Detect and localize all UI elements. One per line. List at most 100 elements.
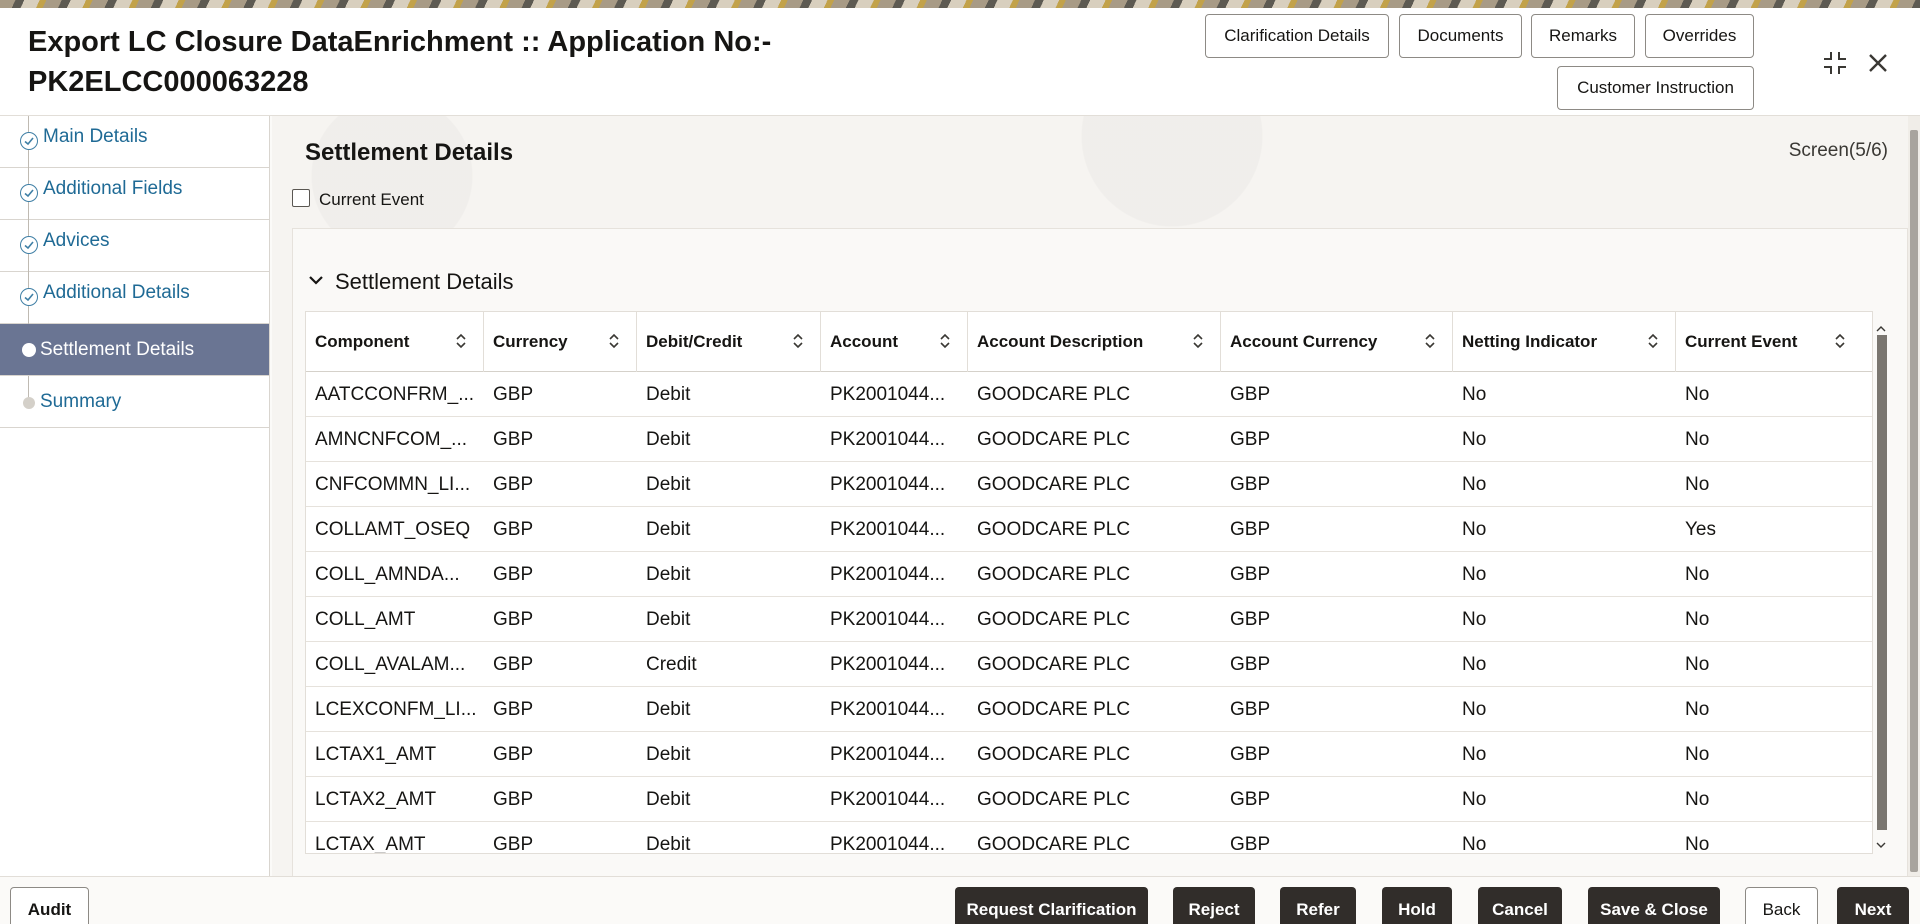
page-scrollbar[interactable] xyxy=(1908,116,1920,886)
cell-netting-indicator: No xyxy=(1453,732,1676,777)
step-label: Settlement Details xyxy=(40,339,194,361)
cell-currency: GBP xyxy=(484,552,637,597)
refer-button[interactable]: Refer xyxy=(1280,887,1356,924)
column-header-netting-indicator[interactable]: Netting Indicator xyxy=(1453,312,1676,372)
cell-account-description: GOODCARE PLC xyxy=(968,732,1221,777)
cell-account: PK2001044... xyxy=(821,642,968,687)
table-header: Component Currency Debit/Credit Account … xyxy=(306,312,1873,372)
cell-account-description: GOODCARE PLC xyxy=(968,552,1221,597)
table-row[interactable]: LCTAX_AMTGBPDebitPK2001044...GOODCARE PL… xyxy=(306,822,1873,854)
step-advices[interactable]: Advices xyxy=(0,220,269,272)
cell-current-event: No xyxy=(1676,642,1873,687)
column-header-current-event[interactable]: Current Event xyxy=(1676,312,1873,372)
cell-current-event: No xyxy=(1676,597,1873,642)
table-scrollbar[interactable] xyxy=(1874,319,1888,854)
cell-account-currency: GBP xyxy=(1221,372,1453,417)
request-clarification-button[interactable]: Request Clarification xyxy=(955,887,1148,924)
current-event-checkbox[interactable] xyxy=(292,189,310,207)
table-row[interactable]: CNFCOMMN_LI...GBPDebitPK2001044...GOODCA… xyxy=(306,462,1873,507)
column-header-currency[interactable]: Currency xyxy=(484,312,637,372)
train-stop-sidebar: Main Details Additional Fields Advices A… xyxy=(0,116,270,886)
table-row[interactable]: LCTAX2_AMTGBPDebitPK2001044...GOODCARE P… xyxy=(306,777,1873,822)
documents-button[interactable]: Documents xyxy=(1399,14,1522,58)
cell-component: COLL_AMNDA... xyxy=(306,552,484,597)
cell-netting-indicator: No xyxy=(1453,822,1676,854)
column-header-label: Current Event xyxy=(1685,332,1797,352)
customer-instruction-button[interactable]: Customer Instruction xyxy=(1557,66,1754,110)
save-close-button[interactable]: Save & Close xyxy=(1588,887,1720,924)
cell-account: PK2001044... xyxy=(821,417,968,462)
cell-account: PK2001044... xyxy=(821,687,968,732)
step-label: Main Details xyxy=(43,126,148,148)
table-row[interactable]: COLL_AMNDA...GBPDebitPK2001044...GOODCAR… xyxy=(306,552,1873,597)
cell-currency: GBP xyxy=(484,462,637,507)
settlement-table: Component Currency Debit/Credit Account … xyxy=(305,311,1873,854)
collapse-arrows-icon[interactable] xyxy=(1820,48,1850,78)
cell-currency: GBP xyxy=(484,372,637,417)
close-icon[interactable] xyxy=(1863,48,1893,78)
screen-counter: Screen(5/6) xyxy=(1789,140,1888,162)
next-button[interactable]: Next xyxy=(1837,887,1909,924)
dialog-footer: Audit Request Clarification Reject Refer… xyxy=(0,876,1920,924)
step-additional-details[interactable]: Additional Details xyxy=(0,272,269,324)
table-row[interactable]: LCEXCONFM_LI...GBPDebitPK2001044...GOODC… xyxy=(306,687,1873,732)
overrides-button[interactable]: Overrides xyxy=(1645,14,1754,58)
column-header-debit-credit[interactable]: Debit/Credit xyxy=(637,312,821,372)
check-circle-icon xyxy=(20,288,38,306)
scroll-up-icon[interactable] xyxy=(1876,321,1886,331)
dialog-window: Export LC Closure DataEnrichment :: Appl… xyxy=(0,8,1920,924)
cell-debit-credit: Debit xyxy=(637,687,821,732)
reject-button[interactable]: Reject xyxy=(1173,887,1255,924)
remarks-button[interactable]: Remarks xyxy=(1531,14,1635,58)
table-row[interactable]: LCTAX1_AMTGBPDebitPK2001044...GOODCARE P… xyxy=(306,732,1873,777)
cell-account-currency: GBP xyxy=(1221,822,1453,854)
cell-component: COLLAMT_OSEQ xyxy=(306,507,484,552)
step-additional-fields[interactable]: Additional Fields xyxy=(0,168,269,220)
cancel-button[interactable]: Cancel xyxy=(1478,887,1562,924)
column-header-label: Currency xyxy=(493,332,568,352)
cell-current-event: Yes xyxy=(1676,507,1873,552)
scroll-down-icon[interactable] xyxy=(1876,837,1886,847)
cell-account-description: GOODCARE PLC xyxy=(968,822,1221,854)
step-settlement-details[interactable]: Settlement Details xyxy=(0,324,269,376)
table-row[interactable]: COLL_AVALAM...GBPCreditPK2001044...GOODC… xyxy=(306,642,1873,687)
back-button[interactable]: Back xyxy=(1745,887,1818,924)
cell-account-currency: GBP xyxy=(1221,642,1453,687)
chevron-down-icon[interactable] xyxy=(305,269,327,291)
clarification-details-button[interactable]: Clarification Details xyxy=(1205,14,1389,58)
table-row[interactable]: COLL_AMTGBPDebitPK2001044...GOODCARE PLC… xyxy=(306,597,1873,642)
cell-current-event: No xyxy=(1676,777,1873,822)
page-scrollbar-thumb[interactable] xyxy=(1910,130,1918,872)
table-row[interactable]: AMNCNFCOM_...GBPDebitPK2001044...GOODCAR… xyxy=(306,417,1873,462)
audit-button[interactable]: Audit xyxy=(10,887,89,924)
column-header-component[interactable]: Component xyxy=(306,312,484,372)
column-header-account-currency[interactable]: Account Currency xyxy=(1221,312,1453,372)
step-summary[interactable]: Summary xyxy=(0,376,269,428)
table-scrollbar-thumb[interactable] xyxy=(1877,335,1887,830)
cell-debit-credit: Debit xyxy=(637,462,821,507)
cell-account-currency: GBP xyxy=(1221,462,1453,507)
table-row[interactable]: COLLAMT_OSEQGBPDebitPK2001044...GOODCARE… xyxy=(306,507,1873,552)
cell-account-description: GOODCARE PLC xyxy=(968,372,1221,417)
cell-netting-indicator: No xyxy=(1453,507,1676,552)
cell-netting-indicator: No xyxy=(1453,417,1676,462)
hold-button[interactable]: Hold xyxy=(1382,887,1452,924)
cell-account-description: GOODCARE PLC xyxy=(968,777,1221,822)
table-row[interactable]: AATCCONFRM_...GBPDebitPK2001044...GOODCA… xyxy=(306,372,1873,417)
cell-debit-credit: Credit xyxy=(637,642,821,687)
check-circle-icon xyxy=(20,184,38,202)
column-header-account[interactable]: Account xyxy=(821,312,968,372)
step-label: Additional Details xyxy=(43,282,190,304)
column-header-label: Account xyxy=(830,332,898,352)
cell-component: LCTAX2_AMT xyxy=(306,777,484,822)
current-event-label: Current Event xyxy=(319,190,424,210)
step-label: Additional Fields xyxy=(43,178,182,200)
cell-component: LCTAX_AMT xyxy=(306,822,484,854)
column-header-account-description[interactable]: Account Description xyxy=(968,312,1221,372)
cell-netting-indicator: No xyxy=(1453,687,1676,732)
cell-netting-indicator: No xyxy=(1453,372,1676,417)
cell-debit-credit: Debit xyxy=(637,822,821,854)
step-main-details[interactable]: Main Details xyxy=(0,116,269,168)
sort-icon xyxy=(1647,332,1659,350)
sort-icon xyxy=(939,332,951,350)
